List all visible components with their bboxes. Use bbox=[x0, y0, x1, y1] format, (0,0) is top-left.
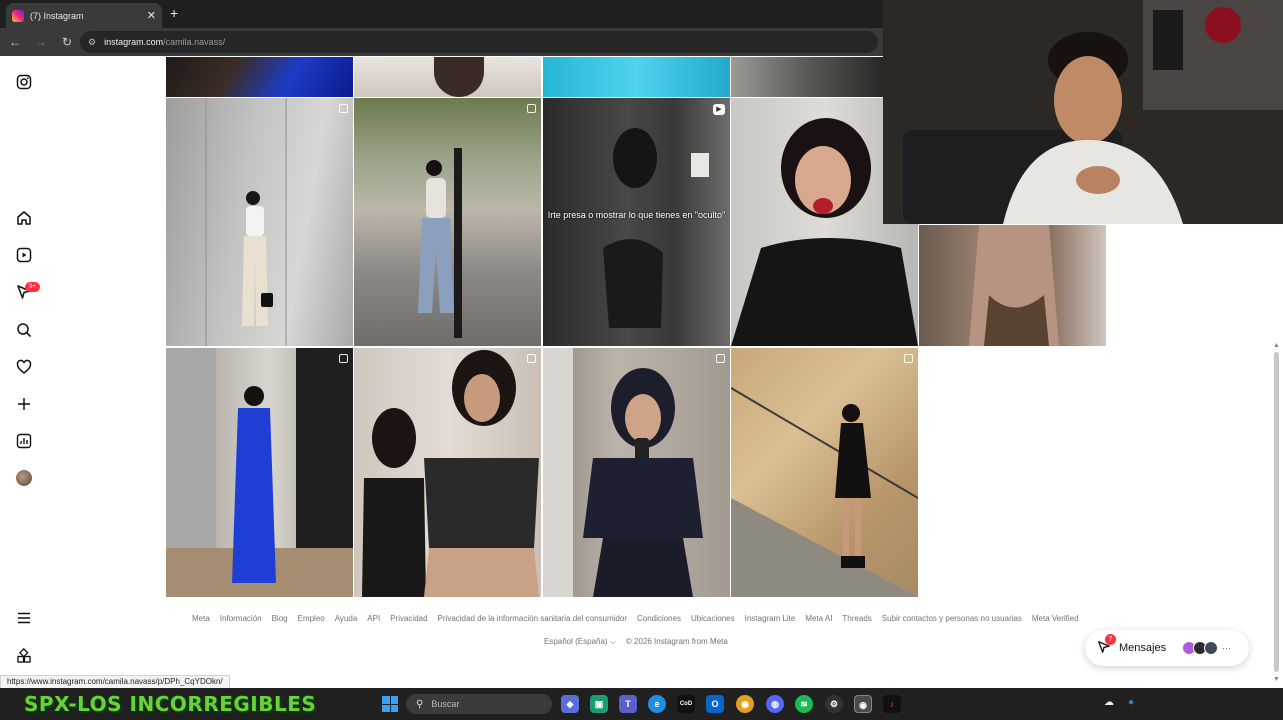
screen: (7) Instagram ✕ + ← → ↻ ⚙ instagram.com … bbox=[0, 0, 1283, 720]
reel-play-icon: ▶ bbox=[713, 104, 725, 115]
post-thumbnail[interactable] bbox=[166, 57, 353, 97]
messages-badge: 7 bbox=[1105, 633, 1116, 645]
plus-icon[interactable] bbox=[14, 394, 34, 414]
carousel-icon bbox=[339, 104, 348, 113]
outlook-icon[interactable]: O bbox=[706, 695, 724, 713]
messages-label: Mensajes bbox=[1119, 642, 1167, 654]
footer-link[interactable]: Instagram Lite bbox=[745, 614, 796, 623]
microphone-icon[interactable]: ● bbox=[1128, 697, 1134, 708]
dashboard-icon[interactable] bbox=[14, 431, 34, 451]
post-thumbnail[interactable]: Irte presa o mostrar lo que tienes en "o… bbox=[543, 98, 730, 346]
profile-avatar[interactable] bbox=[16, 470, 32, 486]
post-thumbnail[interactable] bbox=[166, 98, 353, 346]
carousel-icon bbox=[904, 354, 913, 363]
carousel-icon bbox=[527, 354, 536, 363]
status-url: https://www.instagram.com/camila.navass/… bbox=[0, 675, 230, 689]
menu-icon[interactable] bbox=[14, 608, 34, 628]
footer-meta: Español (España) ⌵ © 2026 Instagram from… bbox=[544, 637, 728, 647]
cod-icon[interactable]: CoD bbox=[677, 695, 695, 713]
new-tab-button[interactable]: + bbox=[170, 5, 178, 21]
chrome-active-icon[interactable]: ◉ bbox=[854, 695, 872, 713]
notification-badge: 9+ bbox=[25, 282, 40, 292]
browser-toolbar: ← → ↻ ⚙ instagram.com /camila.navass/ bbox=[0, 28, 883, 56]
url-path: /camila.navass/ bbox=[163, 37, 226, 47]
footer-link[interactable]: Threads bbox=[842, 614, 871, 623]
webcam-overlay bbox=[883, 0, 1283, 224]
back-button[interactable]: ← bbox=[8, 35, 22, 49]
taskbar-search-placeholder: Buscar bbox=[431, 699, 460, 709]
carousel-icon bbox=[716, 354, 725, 363]
footer-link[interactable]: Ubicaciones bbox=[691, 614, 735, 623]
language-select[interactable]: Español (España) ⌵ bbox=[544, 637, 616, 647]
post-thumbnail[interactable] bbox=[354, 98, 541, 346]
taskbar-search[interactable]: ⚲ Buscar bbox=[406, 694, 552, 714]
teams-icon[interactable]: T bbox=[619, 695, 637, 713]
reel-overlay-text: Irte presa o mostrar lo que tienes en "o… bbox=[547, 210, 726, 220]
browser-tab[interactable]: (7) Instagram ✕ bbox=[6, 3, 162, 28]
tiktok-icon[interactable]: ♪ bbox=[883, 695, 901, 713]
heart-icon[interactable] bbox=[14, 357, 34, 377]
post-thumbnail[interactable] bbox=[919, 225, 1106, 346]
scroll-down-icon[interactable]: ▼ bbox=[1273, 676, 1280, 683]
home-icon[interactable] bbox=[14, 208, 34, 228]
post-thumbnail[interactable] bbox=[354, 348, 541, 597]
url-host: instagram.com bbox=[104, 37, 164, 47]
browser-tab-bar: (7) Instagram ✕ + bbox=[0, 0, 883, 28]
discord-icon[interactable]: ◍ bbox=[766, 695, 784, 713]
store-icon[interactable]: ▣ bbox=[590, 695, 608, 713]
scrollbar-thumb[interactable] bbox=[1274, 352, 1279, 672]
start-button[interactable] bbox=[382, 696, 398, 712]
post-thumbnail[interactable] bbox=[731, 57, 883, 97]
footer-link[interactable]: Meta Verified bbox=[1032, 614, 1079, 623]
stream-brand: SPX-LOS INCORREGIBLES bbox=[24, 692, 317, 716]
messages-icon: 7 bbox=[1097, 633, 1116, 657]
search-icon[interactable] bbox=[14, 320, 34, 340]
steam-icon[interactable]: ⚙ bbox=[825, 695, 843, 713]
forward-button[interactable]: → bbox=[34, 35, 48, 49]
post-thumbnail[interactable] bbox=[543, 57, 730, 97]
footer-links: Meta Información Blog Empleo Ayuda API P… bbox=[192, 614, 1079, 623]
carousel-icon bbox=[527, 104, 536, 113]
copyright: © 2026 Instagram from Meta bbox=[625, 637, 728, 646]
post-thumbnail[interactable] bbox=[166, 348, 353, 597]
footer-link[interactable]: Subir contactos y personas no usuarias bbox=[882, 614, 1022, 623]
footer-link[interactable]: Meta bbox=[192, 614, 210, 623]
search-icon: ⚲ bbox=[416, 698, 424, 710]
carousel-icon bbox=[339, 354, 348, 363]
footer-link[interactable]: Empleo bbox=[298, 614, 325, 623]
address-bar[interactable]: ⚙ instagram.com /camila.navass/ bbox=[80, 31, 878, 53]
footer-link[interactable]: Información bbox=[220, 614, 262, 623]
onedrive-icon[interactable]: ☁ bbox=[1104, 697, 1114, 708]
meta-apps-icon[interactable] bbox=[14, 646, 34, 666]
messages-button[interactable]: 7 Mensajes ··· bbox=[1085, 630, 1249, 666]
footer-link[interactable]: Blog bbox=[272, 614, 288, 623]
copilot-icon[interactable]: ◆ bbox=[561, 695, 579, 713]
footer-link[interactable]: Privacidad bbox=[390, 614, 427, 623]
reload-button[interactable]: ↻ bbox=[60, 35, 74, 49]
edge-icon[interactable]: e bbox=[648, 695, 666, 713]
footer-link[interactable]: Ayuda bbox=[335, 614, 358, 623]
scroll-up-icon[interactable]: ▲ bbox=[1273, 342, 1280, 349]
reels-icon[interactable] bbox=[14, 245, 34, 265]
footer-link[interactable]: Meta AI bbox=[805, 614, 832, 623]
footer-link[interactable]: API bbox=[367, 614, 380, 623]
instagram-logo-icon[interactable] bbox=[14, 72, 34, 92]
instagram-sidebar: 9+ bbox=[0, 56, 48, 676]
tab-title: (7) Instagram bbox=[30, 10, 84, 21]
post-thumbnail[interactable] bbox=[731, 348, 918, 597]
post-thumbnail[interactable] bbox=[354, 57, 541, 97]
post-thumbnail[interactable] bbox=[543, 348, 730, 597]
footer-link[interactable]: Condiciones bbox=[637, 614, 681, 623]
spotify-icon[interactable]: ≋ bbox=[795, 695, 813, 713]
more-icon: ··· bbox=[1222, 643, 1232, 653]
chrome-icon[interactable]: ◉ bbox=[736, 695, 754, 713]
avatar bbox=[1204, 641, 1219, 655]
instagram-favicon-icon bbox=[12, 9, 24, 22]
footer-link[interactable]: Privacidad de la información sanitaria d… bbox=[438, 614, 627, 623]
close-tab-icon[interactable]: ✕ bbox=[147, 9, 156, 22]
site-info-icon[interactable]: ⚙ bbox=[88, 37, 96, 48]
